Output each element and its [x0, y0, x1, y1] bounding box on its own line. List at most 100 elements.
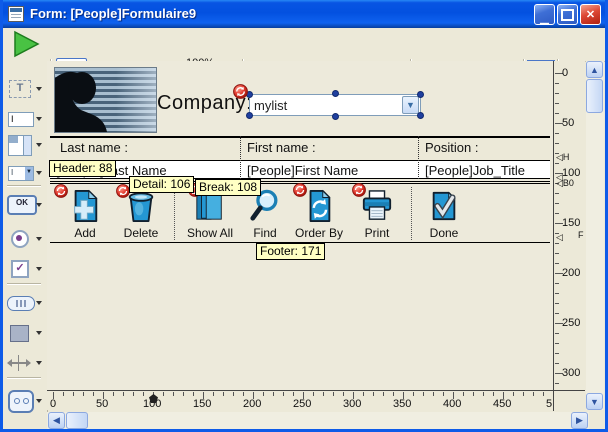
- selection-handle[interactable]: [417, 112, 424, 119]
- scroll-left-button[interactable]: ◀: [48, 412, 65, 429]
- object-badge[interactable]: [352, 183, 366, 197]
- rectangle-tool-icon: [10, 325, 29, 342]
- listbox-tool-icon: [8, 135, 32, 156]
- ruler-label: 400: [443, 398, 461, 410]
- checkbox-tool[interactable]: ✓: [3, 257, 47, 281]
- splitter-tool[interactable]: [3, 351, 47, 375]
- ruler-label: 150: [193, 398, 211, 410]
- listbox-tool[interactable]: [3, 133, 47, 157]
- ruler-label: 250: [562, 317, 580, 329]
- combobox-tool[interactable]: I▼: [3, 161, 47, 185]
- header-marker-arrow[interactable]: ◁H: [556, 152, 569, 163]
- button-grid-tool-icon: [7, 296, 35, 311]
- ruler-label: 300: [343, 398, 361, 410]
- scroll-right-button[interactable]: ▶: [571, 412, 588, 429]
- detail-line: [50, 181, 550, 182]
- vertical-scroll-thumb[interactable]: [586, 79, 603, 113]
- minimize-icon: ▁: [540, 12, 548, 25]
- rectangle-tool[interactable]: [3, 321, 47, 345]
- object-tool-palette: T I I▼ OK ✓: [3, 61, 48, 429]
- plugin-area-tool-icon: [8, 390, 34, 413]
- column-divider: [240, 136, 241, 179]
- text-tool[interactable]: T: [3, 77, 47, 101]
- combobox-value: mylist: [254, 98, 287, 113]
- radio-tool-icon: [11, 230, 29, 248]
- column-header[interactable]: Last name :: [60, 140, 128, 155]
- order-by-icon: [303, 189, 335, 223]
- selection-handle[interactable]: [332, 90, 339, 97]
- title-bar[interactable]: Form: [People]Formulaire9 ▁ ✕: [0, 0, 608, 28]
- company-combobox[interactable]: mylist ▼: [249, 94, 421, 116]
- marker-tag-break[interactable]: Break: 108: [195, 179, 261, 196]
- button-tool[interactable]: OK: [3, 193, 47, 217]
- footer-marker-label: F: [578, 230, 584, 240]
- play-icon: [11, 30, 41, 58]
- arrow-down-icon: ▼: [590, 397, 599, 407]
- window-title: Form: [People]Formulaire9: [30, 6, 196, 21]
- close-icon: ✕: [586, 8, 595, 21]
- run-form-button[interactable]: [11, 30, 41, 63]
- toolbar: 100% ◀ 1/1 ▶: [3, 28, 605, 62]
- button-grid-tool[interactable]: [3, 291, 47, 315]
- selection-handle[interactable]: [332, 113, 339, 120]
- radio-button-tool[interactable]: [3, 227, 47, 251]
- ruler-label: 350: [393, 398, 411, 410]
- button-group-divider: [411, 187, 412, 240]
- close-button[interactable]: ✕: [580, 4, 601, 25]
- form-window-icon: [8, 6, 24, 22]
- ruler-label: 250: [293, 398, 311, 410]
- field-tool-icon: I: [8, 112, 34, 127]
- done-button-object[interactable]: Done: [416, 189, 472, 240]
- splitter-tool-icon: [8, 355, 30, 371]
- find-button-object[interactable]: Find: [237, 189, 293, 240]
- marker-tag-header[interactable]: Header: 88: [49, 160, 116, 177]
- scroll-down-button[interactable]: ▼: [586, 393, 603, 410]
- footer-marker-arrow[interactable]: ◁: [556, 232, 563, 243]
- ruler-label: 450: [493, 398, 511, 410]
- field-object[interactable]: [People]First Name: [247, 163, 358, 178]
- arrow-up-icon: ▲: [590, 65, 599, 75]
- column-header[interactable]: Position :: [425, 140, 478, 155]
- horizontal-scroll-thumb[interactable]: [66, 412, 88, 429]
- break-marker-arrow[interactable]: ◁B0: [556, 178, 574, 189]
- marker-tag-detail[interactable]: Detail: 106: [129, 176, 194, 193]
- ruler-label: 200: [243, 398, 261, 410]
- column-header[interactable]: First name :: [247, 140, 316, 155]
- button-label: Delete: [113, 226, 169, 240]
- selection-handle[interactable]: [246, 112, 253, 119]
- horizontal-scrollbar[interactable]: ◀ ▶: [47, 412, 589, 429]
- button-label: Find: [237, 226, 293, 240]
- horizontal-ruler[interactable]: 0 50 100 150 200 250 300 350 400 450 5: [47, 390, 585, 410]
- maximize-button[interactable]: [557, 4, 578, 25]
- field-tool[interactable]: I: [3, 107, 47, 131]
- maximize-icon: [561, 9, 574, 21]
- combobox-dropdown-button[interactable]: ▼: [402, 96, 419, 114]
- button-label: Print: [349, 226, 405, 240]
- marker-tag-footer[interactable]: Footer: 171: [256, 243, 325, 260]
- vertical-ruler[interactable]: 0 50 100 150 200 250 300 ◁H ◁ ◁B0 ◁ F: [553, 61, 585, 410]
- button-label: Order By: [291, 226, 347, 240]
- selection-handle[interactable]: [417, 91, 424, 98]
- scroll-up-button[interactable]: ▲: [586, 61, 603, 78]
- minimize-button[interactable]: ▁: [534, 4, 555, 25]
- ruler-label: 150: [562, 217, 580, 229]
- ruler-label: 300: [562, 367, 580, 379]
- chevron-down-icon: ▼: [406, 100, 415, 110]
- object-badge[interactable]: [54, 184, 68, 198]
- arrow-left-icon: ◀: [53, 415, 60, 426]
- form-canvas[interactable]: Company: mylist ▼ Last name : First name…: [47, 61, 553, 390]
- field-object[interactable]: [People]Job_Title: [425, 163, 525, 178]
- plugin-area-tool[interactable]: [3, 389, 47, 413]
- object-badge[interactable]: [293, 183, 307, 197]
- done-icon: [428, 189, 460, 223]
- person-photo[interactable]: [54, 67, 157, 133]
- combobox-tool-icon: I▼: [8, 166, 34, 181]
- column-divider: [418, 136, 419, 179]
- text-tool-icon: T: [9, 80, 31, 98]
- button-group-divider: [174, 187, 175, 240]
- button-tool-icon: OK: [7, 195, 37, 215]
- object-badge[interactable]: [116, 184, 130, 198]
- vertical-scrollbar[interactable]: ▲ ▼: [586, 61, 604, 410]
- ruler-label: 50: [562, 117, 574, 129]
- object-badge[interactable]: [233, 84, 248, 99]
